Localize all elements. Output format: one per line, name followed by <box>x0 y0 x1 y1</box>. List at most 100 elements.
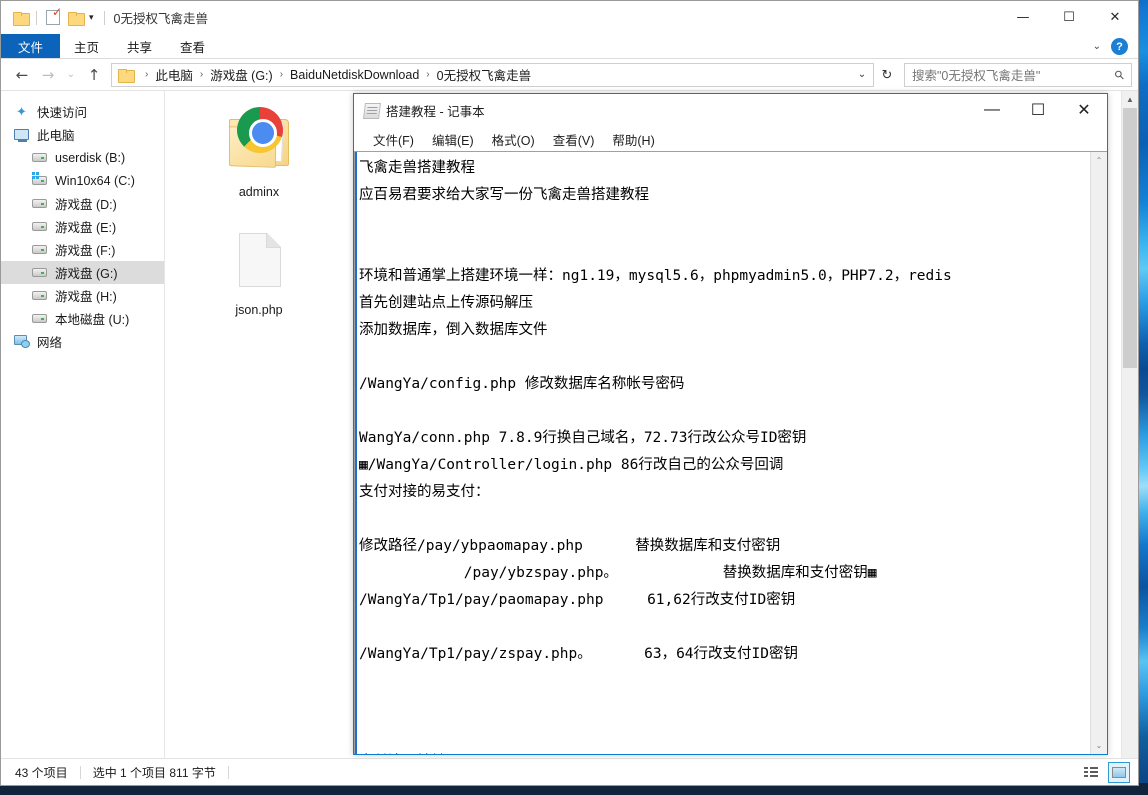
notepad-menu-bar: 文件(F) 编辑(E) 格式(O) 查看(V) 帮助(H) <box>354 127 1107 151</box>
breadcrumb-item-baidunetdiskdownload[interactable]: BaiduNetdiskDownload <box>289 68 420 82</box>
help-icon[interactable]: ? <box>1111 38 1128 55</box>
ribbon-right-controls: ⌄ ? <box>1093 34 1134 59</box>
notepad-window: 搭建教程 - 记事本 — ☐ ✕ 文件(F) 编辑(E) 格式(O) 查看(V)… <box>353 93 1108 755</box>
folder-icon <box>118 69 133 81</box>
status-item-count: 43 个项目 <box>15 764 68 781</box>
address-input[interactable]: › 此电脑 › 游戏盘 (G:) › BaiduNetdiskDownload … <box>111 63 874 87</box>
address-bar-row: ← → ⌄ ↑ › 此电脑 › 游戏盘 (G:) › BaiduNetdiskD… <box>1 59 1138 91</box>
notepad-maximize-button[interactable]: ☐ <box>1015 94 1061 125</box>
minimize-icon: — <box>984 101 1000 119</box>
notepad-close-button[interactable]: ✕ <box>1061 94 1107 125</box>
thumbnail-view-icon[interactable] <box>1108 762 1130 783</box>
notepad-title-bar[interactable]: 搭建教程 - 记事本 — ☐ ✕ <box>354 94 1107 127</box>
maximize-icon: ☐ <box>1063 10 1075 25</box>
maximize-button[interactable]: ☐ <box>1046 1 1092 34</box>
file-label: json.php <box>235 303 282 317</box>
file-item[interactable]: json.php <box>189 223 329 341</box>
search-icon: ⚲ <box>1112 66 1128 82</box>
divider <box>228 766 229 779</box>
sidebar-item-5[interactable]: 游戏盘 (E:) <box>1 215 164 238</box>
status-selection-info: 选中 1 个项目 811 字节 <box>93 764 216 781</box>
file-item[interactable]: adminx <box>189 105 329 223</box>
windows-drive-icon <box>31 173 48 189</box>
details-view-icon[interactable] <box>1080 762 1102 783</box>
scroll-down-icon[interactable]: ⌄ <box>1091 737 1107 754</box>
divider <box>36 11 37 25</box>
sidebar-item-2[interactable]: userdisk (B:) <box>1 146 164 169</box>
this-pc-icon <box>13 127 30 143</box>
close-icon: ✕ <box>1077 100 1090 120</box>
back-button[interactable]: ← <box>9 62 35 88</box>
chevron-down-icon[interactable]: ▾ <box>86 12 99 23</box>
sidebar-item-6[interactable]: 游戏盘 (F:) <box>1 238 164 261</box>
view-mode-buttons <box>1080 759 1130 786</box>
new-folder-icon[interactable] <box>64 5 86 31</box>
sidebar-item-label: 游戏盘 (G:) <box>55 263 118 282</box>
file-icon <box>223 109 295 181</box>
menu-format[interactable]: 格式(O) <box>483 130 544 149</box>
divider <box>80 766 81 779</box>
file-label: adminx <box>239 185 279 199</box>
properties-icon[interactable] <box>42 5 64 31</box>
drive-icon <box>31 196 48 212</box>
menu-view[interactable]: 查看(V) <box>544 130 604 149</box>
sidebar-item-7[interactable]: 游戏盘 (G:) <box>1 261 164 284</box>
search-input[interactable]: 搜索"0无授权飞禽走兽" ⚲ <box>904 63 1132 87</box>
breadcrumb-separator: › <box>139 69 154 80</box>
file-icon <box>223 227 295 299</box>
menu-edit[interactable]: 编辑(E) <box>423 130 483 149</box>
tab-file[interactable]: 文件 <box>1 34 60 58</box>
tab-view[interactable]: 查看 <box>166 34 219 58</box>
drive-icon <box>31 219 48 235</box>
notepad-text-surface[interactable]: 飞禽走兽搭建教程 应百易君要求给大家写一份飞禽走兽搭建教程 环境和普通掌上搭建环… <box>354 152 1090 754</box>
sidebar-item-1[interactable]: 此电脑 <box>1 123 164 146</box>
scroll-up-icon[interactable]: ▲ <box>1122 91 1138 108</box>
refresh-button[interactable]: ↻ <box>874 63 900 87</box>
drive-icon <box>31 288 48 304</box>
menu-file[interactable]: 文件(F) <box>364 130 423 149</box>
drive-icon <box>31 311 48 327</box>
quick-access-toolbar: ▾ 0无授权飞禽走兽 <box>1 1 208 34</box>
breadcrumb-item-this-pc[interactable]: 此电脑 <box>154 65 194 84</box>
folder-icon[interactable] <box>9 5 31 31</box>
scroll-up-icon[interactable]: ⌃ <box>1091 152 1107 169</box>
tab-share[interactable]: 共享 <box>113 34 166 58</box>
breadcrumb-item-drive-g[interactable]: 游戏盘 (G:) <box>209 65 274 84</box>
breadcrumb-separator: › <box>420 69 435 80</box>
maximize-icon: ☐ <box>1031 100 1045 120</box>
sidebar-item-0[interactable]: ✦快速访问 <box>1 100 164 123</box>
scrollbar-thumb[interactable] <box>1123 108 1137 368</box>
sidebar-item-label: 此电脑 <box>37 125 75 144</box>
status-bar: 43 个项目 选中 1 个项目 811 字节 <box>1 758 1138 785</box>
navigation-pane[interactable]: ✦快速访问此电脑 userdisk (B:) Win10x64 (C:) 游戏盘 (D… <box>1 91 165 758</box>
sidebar-item-4[interactable]: 游戏盘 (D:) <box>1 192 164 215</box>
tab-home[interactable]: 主页 <box>60 34 113 58</box>
menu-help[interactable]: 帮助(H) <box>603 130 663 149</box>
sidebar-item-10[interactable]: 网络 <box>1 330 164 353</box>
explorer-title: 0无授权飞禽走兽 <box>114 8 208 27</box>
star-pin-icon: ✦ <box>13 104 30 120</box>
minimize-icon: — <box>1017 10 1030 25</box>
sidebar-item-label: Win10x64 (C:) <box>55 174 135 188</box>
notepad-edit-area[interactable]: 飞禽走兽搭建教程 应百易君要求给大家写一份飞禽走兽搭建教程 环境和普通掌上搭建环… <box>354 151 1107 754</box>
sidebar-item-3[interactable]: Win10x64 (C:) <box>1 169 164 192</box>
notepad-scrollbar[interactable]: ⌃ ⌄ <box>1090 152 1107 754</box>
explorer-title-bar[interactable]: ▾ 0无授权飞禽走兽 — ☐ ✕ <box>1 1 1138 34</box>
close-button[interactable]: ✕ <box>1092 1 1138 34</box>
address-dropdown[interactable]: ⌄ <box>851 64 873 86</box>
notepad-window-controls: — ☐ ✕ <box>969 94 1107 125</box>
ribbon-tabs: 文件 主页 共享 查看 ⌄ ? <box>1 34 1138 59</box>
recent-locations-button[interactable]: ⌄ <box>61 62 81 88</box>
sidebar-item-label: 网络 <box>37 332 62 351</box>
text-selection-bar <box>355 152 357 754</box>
notepad-minimize-button[interactable]: — <box>969 94 1015 125</box>
minimize-button[interactable]: — <box>1000 1 1046 34</box>
sidebar-item-8[interactable]: 游戏盘 (H:) <box>1 284 164 307</box>
explorer-scrollbar[interactable]: ▲ <box>1121 91 1138 758</box>
chevron-down-icon[interactable]: ⌄ <box>1093 41 1101 52</box>
forward-button[interactable]: → <box>35 62 61 88</box>
sidebar-item-9[interactable]: 本地磁盘 (U:) <box>1 307 164 330</box>
breadcrumb-item-current-folder[interactable]: 0无授权飞禽走兽 <box>436 65 532 84</box>
up-button[interactable]: ↑ <box>81 62 107 88</box>
network-icon <box>13 334 30 350</box>
